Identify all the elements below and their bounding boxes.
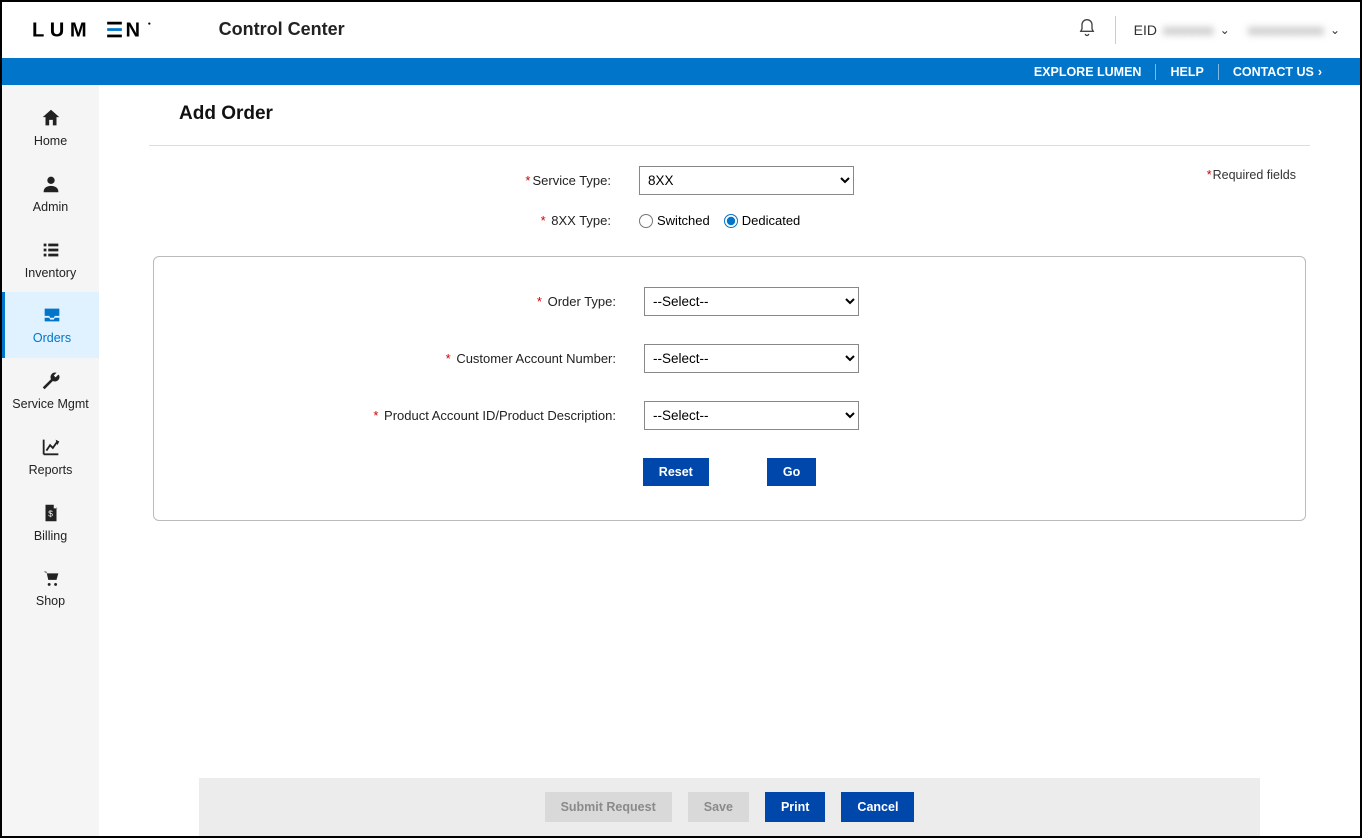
eid-dropdown[interactable]: EID ●●●●●● ⌄: [1134, 22, 1230, 38]
svg-text:LUM: LUM: [32, 19, 92, 41]
cancel-button[interactable]: Cancel: [841, 792, 914, 822]
divider: [1115, 16, 1116, 44]
help-link[interactable]: HELP: [1155, 64, 1217, 80]
print-button[interactable]: Print: [765, 792, 825, 822]
wrench-icon: [40, 370, 62, 392]
sidebar-item-label: Billing: [34, 530, 67, 544]
radio-dedicated[interactable]: Dedicated: [724, 213, 801, 228]
invoice-icon: $: [40, 502, 62, 524]
order-type-label: * Order Type:: [164, 294, 644, 309]
sidebar-item-inventory[interactable]: Inventory: [2, 227, 99, 293]
service-type-select[interactable]: 8XX: [639, 166, 854, 195]
sidebar-item-home[interactable]: Home: [2, 95, 99, 161]
8xx-type-label: * 8XX Type:: [149, 213, 639, 228]
sidebar-item-label: Orders: [33, 332, 71, 346]
cart-icon: [40, 567, 62, 589]
explore-link[interactable]: EXPLORE LUMEN: [1020, 64, 1156, 80]
brand-logo: LUM N: [32, 19, 179, 41]
chevron-down-icon: ⌄: [1330, 23, 1340, 37]
sidebar-item-reports[interactable]: Reports: [2, 424, 99, 490]
inbox-icon: [41, 304, 63, 326]
bell-icon[interactable]: [1077, 18, 1097, 41]
sidebar-item-label: Home: [34, 135, 67, 149]
chart-icon: [40, 436, 62, 458]
sidebar-item-label: Reports: [29, 464, 73, 478]
radio-switched[interactable]: Switched: [639, 213, 710, 228]
svg-text:N: N: [125, 19, 145, 41]
eid-value: ●●●●●●: [1163, 22, 1214, 38]
sidebar-item-admin[interactable]: Admin: [2, 161, 99, 227]
sidebar-item-billing[interactable]: $ Billing: [2, 490, 99, 556]
sidebar-item-orders[interactable]: Orders: [2, 292, 99, 358]
lumen-logo-svg: LUM N: [32, 19, 179, 41]
sidebar-item-label: Shop: [36, 595, 65, 609]
page-title: Add Order: [99, 85, 1360, 145]
chevron-down-icon: ⌄: [1220, 23, 1230, 37]
user-dropdown[interactable]: ●●●●●●●●● ⌄: [1248, 22, 1340, 38]
sidebar: Home Admin Inventory Orders Service Mgmt…: [2, 85, 99, 836]
chevron-right-icon: ›: [1318, 65, 1322, 79]
app-title: Control Center: [219, 19, 345, 40]
sidebar-item-service-mgmt[interactable]: Service Mgmt: [2, 358, 99, 424]
customer-account-select[interactable]: --Select--: [644, 344, 859, 373]
list-icon: [40, 239, 62, 261]
go-button[interactable]: Go: [767, 458, 816, 486]
eid-label: EID: [1134, 22, 1157, 38]
user-icon: [40, 173, 62, 195]
required-fields-note: Required fields: [1207, 168, 1296, 182]
sidebar-item-shop[interactable]: Shop: [2, 555, 99, 621]
sidebar-item-label: Service Mgmt: [12, 398, 88, 412]
save-button[interactable]: Save: [688, 792, 749, 822]
product-account-select[interactable]: --Select--: [644, 401, 859, 430]
action-footer: Submit Request Save Print Cancel: [199, 778, 1260, 836]
reset-button[interactable]: Reset: [643, 458, 709, 486]
customer-account-label: * Customer Account Number:: [164, 351, 644, 366]
submit-request-button[interactable]: Submit Request: [545, 792, 672, 822]
service-type-label: *Service Type:: [149, 173, 639, 188]
home-icon: [40, 107, 62, 129]
secondary-nav: EXPLORE LUMEN HELP CONTACT US ›: [2, 58, 1360, 85]
order-details-panel: * Order Type: --Select-- * Customer Acco…: [153, 256, 1306, 521]
contact-link[interactable]: CONTACT US ›: [1218, 64, 1336, 80]
sidebar-item-label: Inventory: [25, 267, 76, 281]
sidebar-item-label: Admin: [33, 201, 68, 215]
user-name: ●●●●●●●●●: [1248, 22, 1324, 38]
product-account-label: * Product Account ID/Product Description…: [164, 408, 644, 423]
svg-text:$: $: [48, 509, 53, 518]
order-type-select[interactable]: --Select--: [644, 287, 859, 316]
